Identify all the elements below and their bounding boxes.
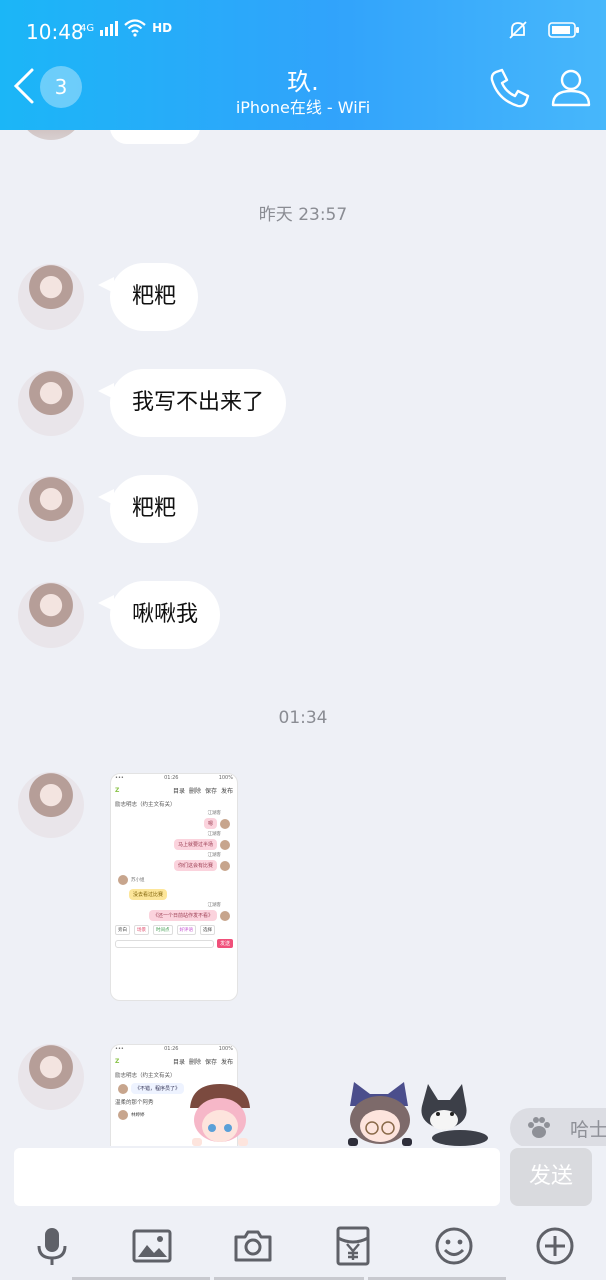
battery-icon [548,22,579,38]
hd-icon: HD [152,21,173,35]
message-bubble[interactable]: 粑粑 [97,263,199,331]
avatar[interactable] [18,476,84,542]
message-bubble[interactable] [110,130,200,144]
timestamp: 01:34 [278,708,328,728]
timestamp: 昨天 23:57 [258,205,348,225]
plus-icon[interactable] [535,1226,575,1266]
message-bubble[interactable]: 粑粑 [97,475,199,543]
signal-icon [100,21,119,36]
phone-call-icon[interactable] [488,66,532,110]
avatar[interactable] [18,130,84,140]
paw-icon [528,1117,550,1138]
avatar[interactable] [18,772,84,838]
message-bubble[interactable]: 啾啾我 [97,581,221,649]
network-type: 4G [80,22,95,34]
composer-toolbar [0,1210,606,1280]
red-packet-icon[interactable] [333,1226,373,1266]
profile-icon[interactable] [550,66,592,108]
status-time: 10:48 [26,20,84,44]
emoji-suggestion[interactable]: 哈士 [510,1108,606,1148]
camera-icon[interactable] [233,1226,273,1266]
avatar[interactable] [18,1044,84,1110]
emoji-suggestion-label: 哈士 [570,1118,606,1141]
preview-nav: Z 目录 删除 保存 发布 [115,786,233,795]
preview-status-bar: ••• 01:26 100% [115,775,233,781]
avatar[interactable] [18,582,84,648]
girl-sticker[interactable] [184,1080,256,1146]
microphone-icon[interactable] [32,1226,72,1266]
mute-bell-icon [509,21,527,39]
message-list[interactable]: 昨天 23:57 粑粑 我写不出来了 粑粑 啾啾我 01:34 ••• 01:2… [0,130,606,1146]
image-message[interactable]: ••• 01:26 100% Z 目录 删除 保存 发布 励志明志（约主文有关）… [110,773,238,1001]
send-button[interactable]: 发送 [510,1148,592,1206]
status-right [508,20,580,40]
message-input[interactable] [14,1148,500,1206]
image-icon[interactable] [132,1226,172,1266]
avatar[interactable] [18,264,84,330]
avatar[interactable] [18,370,84,436]
girl-and-husky-sticker[interactable] [330,1076,490,1146]
system-nav-hint [0,1276,606,1280]
composer: 发送 [0,1146,606,1210]
wifi-icon [124,19,146,37]
message-bubble[interactable]: 我写不出来了 [97,369,287,437]
emoji-icon[interactable] [434,1226,474,1266]
status-signal-icons: 4G HD [80,19,172,37]
chat-header: 10:48 4G HD 3 玖. iPhone在线 - WiFi [0,0,606,130]
